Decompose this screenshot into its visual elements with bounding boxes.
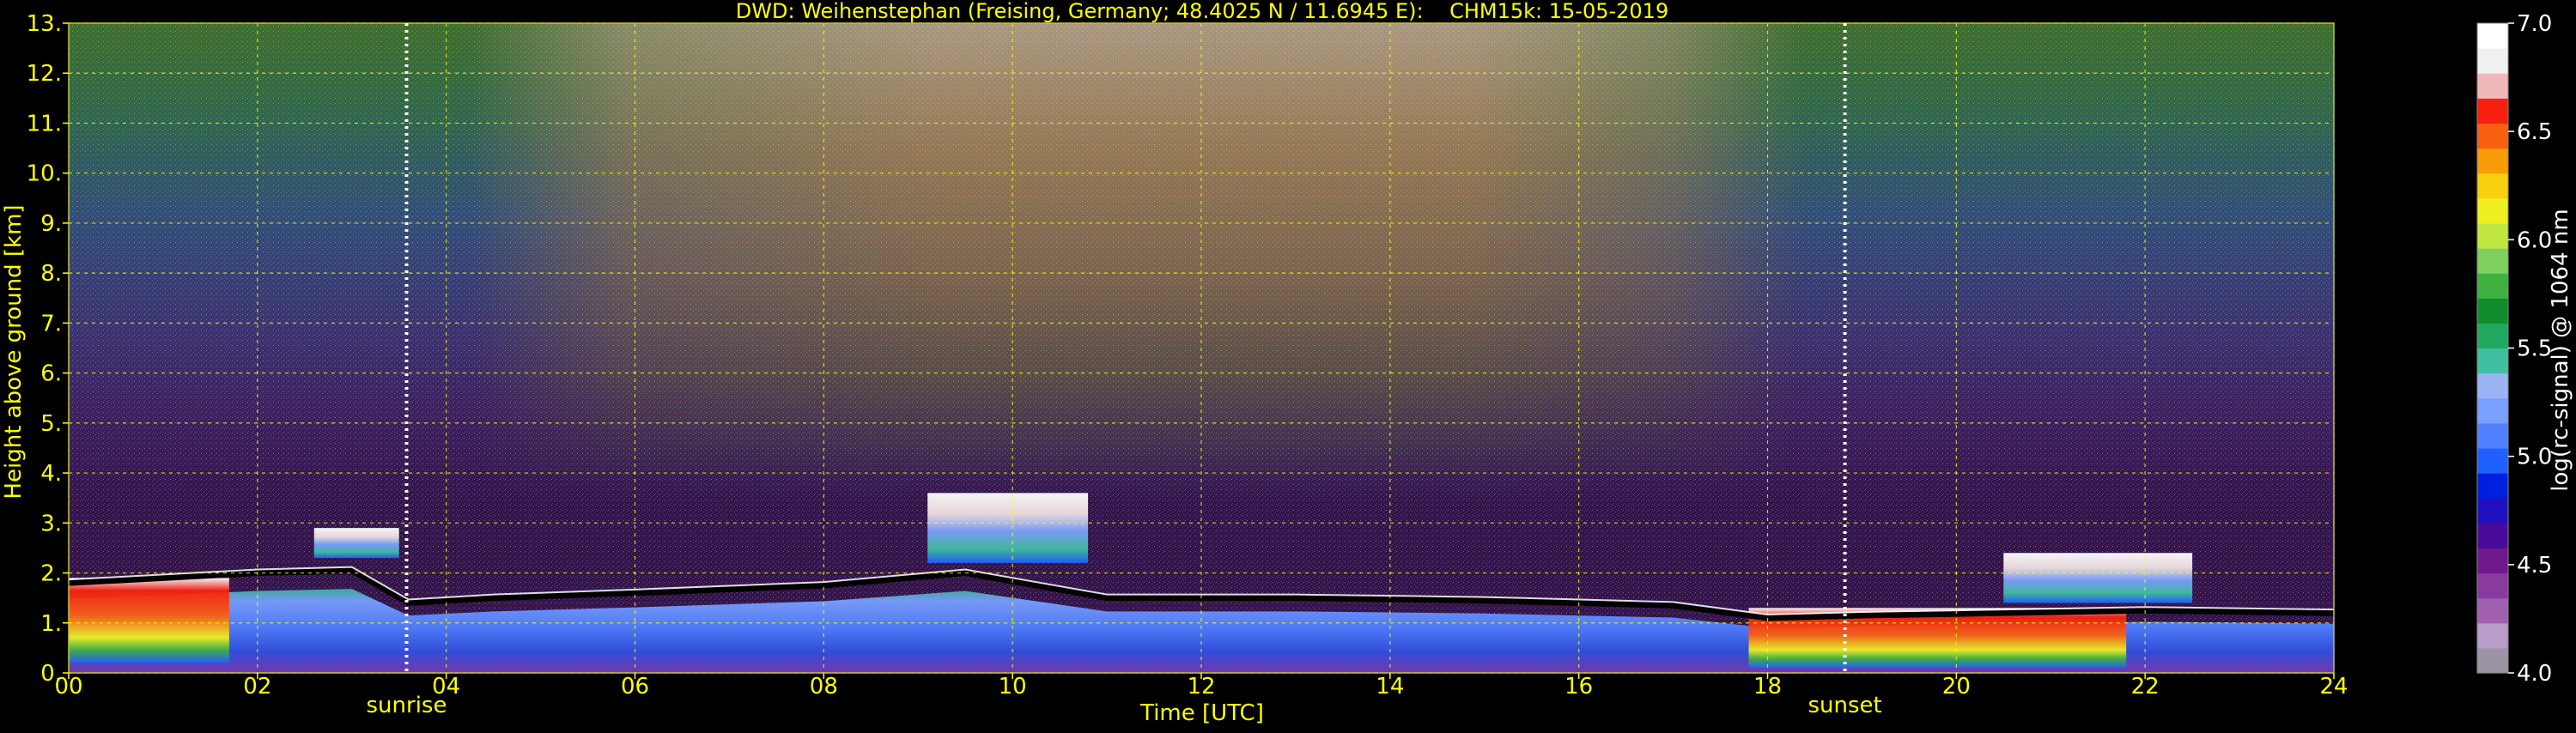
colorbar-segment — [2477, 422, 2508, 449]
x-tick-label: 18 — [1753, 674, 1782, 700]
x-tick-label: 20 — [1942, 674, 1971, 700]
x-tick-label: 06 — [621, 674, 649, 700]
colorbar-segment — [2477, 597, 2508, 624]
colorbar: 4.04.55.05.56.06.57.0 — [2476, 11, 2552, 687]
colorbar-segment — [2477, 273, 2508, 299]
ceilometer-chart: sunrise sunset 00 02 04 06 08 10 12 14 16 18 20 22 24… — [1, 0, 2573, 726]
colorbar-segment — [2477, 473, 2508, 499]
x-axis-label: Time [UTC] — [1139, 700, 1264, 726]
y-tick-label: 11. — [27, 111, 62, 136]
colorbar-segment — [2477, 298, 2508, 324]
y-tick-label: 4. — [40, 461, 62, 487]
colorbar-segment — [2477, 222, 2508, 249]
x-tick-label: 08 — [810, 674, 838, 700]
x-tick-label: 12 — [1187, 674, 1215, 700]
colorbar-tick-label: 4.0 — [2517, 661, 2552, 687]
y-tick-label: 8. — [40, 261, 62, 287]
colorbar-segment — [2477, 647, 2508, 674]
colorbar-segment — [2477, 248, 2508, 274]
colorbar-segment — [2477, 148, 2508, 174]
colorbar-tick-label: 6.5 — [2517, 119, 2552, 145]
colorbar-segment — [2477, 73, 2508, 99]
chart-root: sunrise sunset 00 02 04 06 08 10 12 14 16 18 20 22 24… — [0, 0, 2576, 730]
x-tick-label: 02 — [243, 674, 271, 700]
colorbar-segment — [2477, 197, 2508, 224]
colorbar-segment — [2477, 572, 2508, 599]
y-axis-label: Height above ground [km] — [1, 204, 27, 499]
y-tick-label: 12. — [27, 61, 62, 87]
colorbar-segment — [2477, 548, 2508, 574]
sunset-label: sunset — [1808, 693, 1882, 718]
colorbar-segment — [2477, 498, 2508, 524]
x-tick-label: 04 — [432, 674, 460, 700]
x-tick-label: 16 — [1564, 674, 1593, 700]
y-tick-label: 0. — [40, 661, 62, 687]
colorbar-segment — [2477, 173, 2508, 199]
colorbar-segment — [2477, 98, 2508, 124]
colorbar-segment — [2477, 348, 2508, 374]
colorbar-segment — [2477, 373, 2508, 399]
cloud-feature — [927, 493, 1089, 563]
y-tick-label: 6. — [40, 361, 62, 387]
colorbar-segment — [2477, 447, 2508, 474]
cloud-feature — [313, 528, 399, 559]
y-tick-label: 2. — [40, 561, 62, 587]
colorbar-label: log(rc-signal) @ 1064 nm — [2548, 209, 2573, 491]
y-tick-label: 7. — [40, 311, 62, 336]
colorbar-tick-label: 4.5 — [2517, 553, 2552, 579]
cloud-feature — [69, 578, 229, 663]
y-tick-label: 13. — [27, 11, 62, 37]
colorbar-segment — [2477, 48, 2508, 74]
cloud-feature — [2003, 553, 2193, 603]
colorbar-segment — [2477, 397, 2508, 424]
colorbar-tick-label: 7.0 — [2517, 11, 2552, 37]
colorbar-segment — [2477, 622, 2508, 649]
colorbar-segment — [2477, 523, 2508, 549]
y-tick-label: 10. — [27, 161, 62, 187]
x-tick-label: 24 — [2319, 674, 2348, 700]
y-tick-label: 9. — [40, 211, 62, 237]
x-tick-label: 22 — [2131, 674, 2160, 700]
colorbar-segment — [2477, 23, 2508, 49]
y-tick-label: 5. — [40, 411, 62, 437]
y-tick-label: 3. — [40, 511, 62, 536]
y-tick-label: 1. — [40, 611, 62, 637]
chart-title: DWD: Weihenstephan (Freising, Germany; 4… — [736, 0, 1668, 23]
colorbar-segment — [2477, 323, 2508, 349]
x-tick-label: 14 — [1376, 674, 1404, 700]
x-tick-label: 10 — [999, 674, 1027, 700]
colorbar-segment — [2477, 123, 2508, 149]
